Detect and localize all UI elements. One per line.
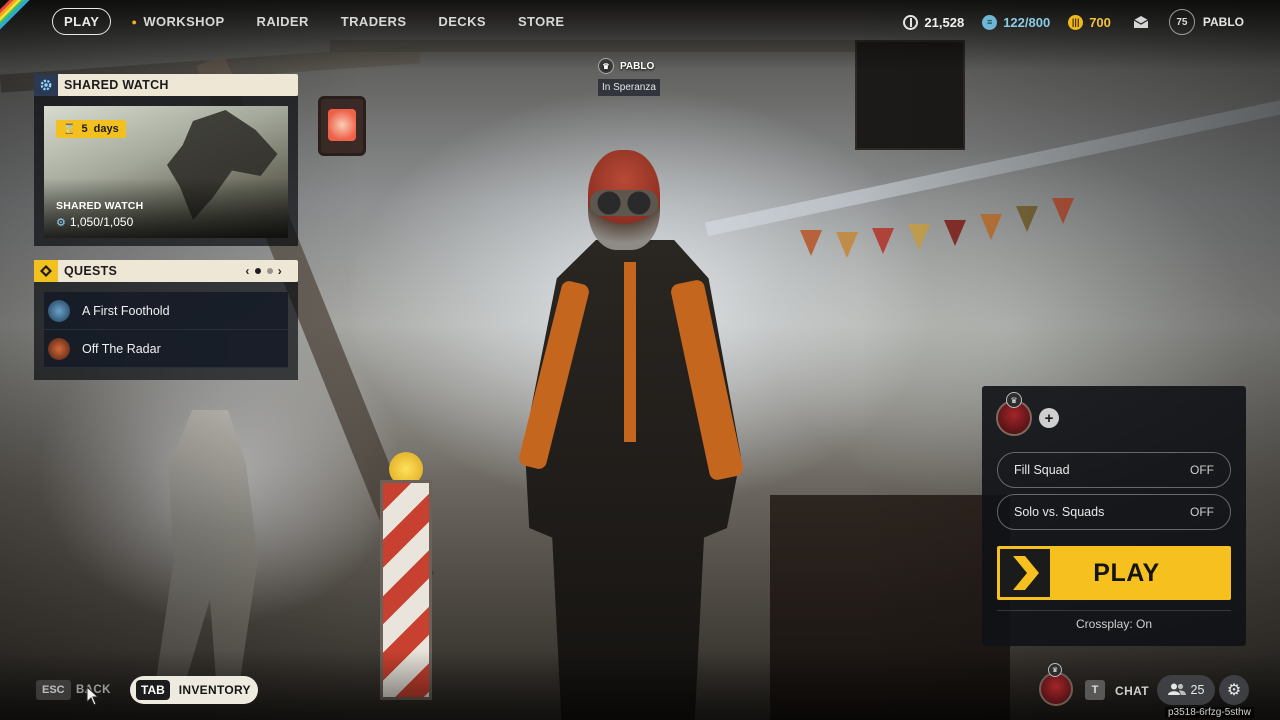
quest-item-first-foothold[interactable]: A First Foothold xyxy=(44,292,288,330)
fill-squad-label: Fill Squad xyxy=(1014,463,1070,477)
crown-icon: ♛ xyxy=(1048,663,1062,677)
chat-key-hint: T xyxy=(1085,680,1105,700)
nameplate-location: In Speranza xyxy=(598,79,660,96)
quest-avatar-icon xyxy=(48,299,70,322)
play-button[interactable]: PLAY xyxy=(997,546,1231,600)
chevron-right-icon xyxy=(1000,549,1050,597)
solo-vs-squads-label: Solo vs. Squads xyxy=(1014,505,1105,519)
tokens-value: 122/800 xyxy=(1003,14,1051,30)
shared-watch-header-label: SHARED WATCH xyxy=(64,78,169,92)
nameplate-name-row: ♛ PABLO xyxy=(598,58,654,74)
profile-button[interactable]: 75 PABLO xyxy=(1168,9,1244,35)
inventory-label: INVENTORY xyxy=(178,683,251,697)
pennant-flag xyxy=(800,230,822,256)
friends-count: 25 xyxy=(1190,683,1205,697)
token-icon: ≡ xyxy=(982,14,998,30)
level-badge: 75 xyxy=(1168,9,1195,35)
nav-tab-raider[interactable]: RAIDER xyxy=(257,14,309,29)
inbox-button[interactable] xyxy=(1133,15,1149,29)
pennant-flag xyxy=(836,232,858,258)
chevron-right-icon[interactable]: › xyxy=(278,264,282,278)
player-avatar[interactable] xyxy=(1039,672,1073,706)
creds-value: 700 xyxy=(1089,14,1111,30)
nav-tab-label: WORKSHOP xyxy=(143,14,225,29)
quest-item-off-the-radar[interactable]: Off The Radar xyxy=(44,330,288,368)
crown-icon: ♛ xyxy=(1006,392,1022,408)
quest-avatar-icon xyxy=(48,337,70,360)
ring-coin-icon xyxy=(903,14,919,30)
esc-key-hint: ESC xyxy=(36,680,71,700)
play-button-label: PLAY xyxy=(1093,558,1160,587)
quests-pager: ‹ › xyxy=(243,264,284,278)
quest-label: Off The Radar xyxy=(82,341,161,356)
tab-key-hint: TAB xyxy=(136,680,170,700)
gear-icon: ⚙ xyxy=(1226,682,1242,699)
shared-watch-image: ⌛ 5 days SHARED WATCH ⚙ 1,050/1,050 xyxy=(44,106,288,238)
gear-icon: ⚙ xyxy=(56,216,66,229)
currency-bar: 21,528 ≡ 122/800 ||| 700 75 PABLO xyxy=(885,8,1244,36)
divider xyxy=(997,610,1231,611)
shared-watch-progress-value: 1,050/1,050 xyxy=(69,215,134,229)
cred-icon: ||| xyxy=(1068,14,1084,30)
notification-dot-icon: ● xyxy=(131,16,138,27)
settings-button[interactable]: ⚙ xyxy=(1219,675,1249,705)
friends-button[interactable]: 25 xyxy=(1157,675,1215,705)
gear-badge-icon xyxy=(34,74,58,96)
nav-tab-store[interactable]: STORE xyxy=(518,14,565,29)
play-panel: ♛ + Fill Squad OFF Solo vs. Squads OFF P… xyxy=(982,386,1246,646)
chevron-left-icon[interactable]: ‹ xyxy=(245,264,249,278)
inventory-button[interactable]: TAB INVENTORY xyxy=(130,676,258,704)
quests-header-label: QUESTS xyxy=(64,264,118,278)
quests-header: QUESTS ‹ › xyxy=(34,260,298,282)
fill-squad-value: OFF xyxy=(1190,463,1214,477)
creds-stat[interactable]: ||| 700 xyxy=(1068,14,1111,30)
tokens-stat[interactable]: ≡ 122/800 xyxy=(982,14,1051,30)
solo-vs-squads-value: OFF xyxy=(1190,505,1214,519)
days-remaining-badge: ⌛ 5 days xyxy=(56,120,126,138)
shared-watch-title: SHARED WATCH xyxy=(56,200,144,212)
player-name: PABLO xyxy=(1202,15,1244,29)
page-dot-active xyxy=(254,268,261,274)
brand-stripes xyxy=(0,0,44,44)
quests-list: A First Foothold Off The Radar xyxy=(34,282,298,380)
nav-tab-traders[interactable]: TRADERS xyxy=(341,14,407,29)
shared-watch-progress: ⚙ 1,050/1,050 xyxy=(56,215,133,229)
shared-watch-card[interactable]: ⌛ 5 days SHARED WATCH ⚙ 1,050/1,050 xyxy=(34,96,298,246)
shared-watch-header[interactable]: SHARED WATCH xyxy=(34,74,298,96)
people-icon xyxy=(1167,683,1186,698)
nav-tab-decks[interactable]: DECKS xyxy=(438,14,486,29)
crown-icon: ♛ xyxy=(598,58,614,74)
fill-squad-toggle[interactable]: Fill Squad OFF xyxy=(997,452,1231,488)
mail-icon xyxy=(1133,15,1149,28)
quest-label: A First Foothold xyxy=(82,303,170,318)
solo-vs-squads-toggle[interactable]: Solo vs. Squads OFF xyxy=(997,494,1231,530)
add-squad-member-button[interactable]: + xyxy=(1039,408,1059,428)
player-nameplate: ♛ PABLO In Speranza xyxy=(598,58,660,96)
nav-tab-play[interactable]: PLAY xyxy=(52,8,112,35)
nav-tab-workshop[interactable]: ● WORKSHOP xyxy=(131,14,224,29)
chat-button[interactable]: CHAT xyxy=(1115,684,1149,698)
build-id: p3518-6rfzg-5sthw xyxy=(1165,707,1254,718)
hourglass-icon: ⌛ xyxy=(63,123,76,135)
main-nav: PLAY ● WORKSHOP RAIDER TRADERS DECKS STO… xyxy=(52,8,597,35)
mouse-cursor-icon xyxy=(86,686,100,706)
coins-value: 21,528 xyxy=(924,14,965,30)
raider-goggles xyxy=(590,190,658,216)
quest-diamond-icon xyxy=(34,260,58,282)
nameplate-name: PABLO xyxy=(620,60,655,72)
crossplay-status: Crossplay: On xyxy=(1075,617,1153,631)
raider-jacket-stripe xyxy=(624,262,636,442)
days-remaining-label: 5 days xyxy=(81,123,119,135)
page-dot xyxy=(266,268,273,274)
coins-stat[interactable]: 21,528 xyxy=(903,14,965,30)
